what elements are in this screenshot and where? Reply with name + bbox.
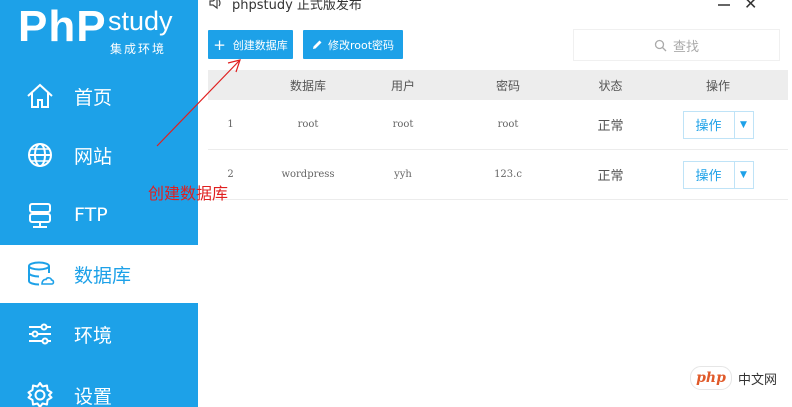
gear-icon bbox=[24, 379, 56, 407]
table-row: 2 wordpress yyh 123.c 正常 操作 ▼ bbox=[208, 150, 788, 200]
title-bar: phpstudy 正式版发布 bbox=[198, 0, 792, 20]
logo-study-text: study bbox=[108, 6, 173, 36]
home-icon bbox=[24, 80, 56, 112]
close-icon[interactable]: ✕ bbox=[744, 0, 757, 13]
sidebar-item-home[interactable]: 首页 bbox=[0, 67, 198, 125]
ftp-server-icon bbox=[24, 199, 56, 231]
search-placeholder: 查找 bbox=[672, 39, 699, 55]
change-root-password-button[interactable]: 修改root密码 bbox=[303, 30, 403, 59]
row-status: 正常 bbox=[597, 119, 624, 134]
watermark: php 中文网 bbox=[690, 366, 777, 390]
annotation-label: 创建数据库 bbox=[148, 184, 229, 203]
action-button[interactable]: 操作 bbox=[684, 161, 735, 188]
row-database: root bbox=[297, 119, 319, 130]
chevron-down-icon[interactable]: ▼ bbox=[735, 162, 753, 188]
row-status: 正常 bbox=[597, 169, 624, 184]
sidebar-item-website[interactable]: 网站 bbox=[0, 126, 198, 184]
sidebar-item-environment[interactable]: 环境 bbox=[0, 305, 198, 363]
logo-php-text: PhP bbox=[18, 2, 107, 51]
row-action-cell: 操作 ▼ bbox=[648, 160, 788, 189]
search-input[interactable]: 查找 bbox=[573, 29, 780, 61]
change-root-password-label: 修改root密码 bbox=[327, 38, 395, 52]
pencil-icon bbox=[312, 39, 323, 50]
sidebar-item-label: 设置 bbox=[74, 385, 113, 407]
database-table: 数据库 用户 密码 状态 操作 1 root root root 正常 操作 ▼… bbox=[208, 70, 788, 200]
sidebar-item-label: 网站 bbox=[74, 145, 113, 168]
row-index: 2 bbox=[227, 169, 234, 180]
plus-icon: + bbox=[213, 35, 226, 54]
header-password: 密码 bbox=[495, 78, 520, 93]
row-password: root bbox=[497, 119, 519, 130]
row-user: yyh bbox=[394, 169, 412, 180]
row-database: wordpress bbox=[281, 169, 335, 180]
header-database: 数据库 bbox=[289, 78, 326, 93]
header-status: 状态 bbox=[598, 78, 623, 93]
sidebar-item-database[interactable]: 数据库 bbox=[0, 245, 198, 303]
action-button-group: 操作 ▼ bbox=[682, 110, 754, 139]
watermark-text: 中文网 bbox=[738, 372, 778, 388]
sidebar-item-settings[interactable]: 设置 bbox=[0, 366, 198, 407]
sliders-icon bbox=[24, 318, 56, 350]
table-header: 数据库 用户 密码 状态 操作 bbox=[208, 70, 788, 100]
sidebar-item-label: 数据库 bbox=[74, 264, 132, 287]
row-index: 1 bbox=[227, 119, 234, 130]
create-database-button[interactable]: + 创建数据库 bbox=[208, 30, 293, 59]
minimize-icon[interactable] bbox=[718, 0, 730, 8]
sidebar-item-label: 环境 bbox=[74, 324, 113, 347]
row-user: root bbox=[392, 119, 414, 130]
header-user: 用户 bbox=[390, 78, 415, 93]
window-title: phpstudy 正式版发布 bbox=[232, 0, 362, 13]
globe-icon bbox=[24, 139, 56, 171]
header-action: 操作 bbox=[705, 78, 730, 93]
chevron-down-icon[interactable]: ▼ bbox=[735, 112, 753, 138]
database-icon bbox=[24, 258, 56, 290]
create-database-label: 创建数据库 bbox=[232, 38, 288, 52]
sidebar-item-label: 首页 bbox=[74, 86, 113, 109]
row-password: 123.c bbox=[494, 169, 522, 180]
search-icon bbox=[654, 39, 667, 52]
table-row: 1 root root root 正常 操作 ▼ bbox=[208, 100, 788, 150]
action-button[interactable]: 操作 bbox=[684, 111, 735, 138]
row-action-cell: 操作 ▼ bbox=[648, 110, 788, 139]
action-button-group: 操作 ▼ bbox=[682, 160, 754, 189]
logo-subtitle: 集成环境 bbox=[110, 42, 167, 56]
watermark-logo: php bbox=[690, 366, 732, 390]
sidebar-item-label: FTP bbox=[74, 204, 108, 226]
speaker-icon bbox=[208, 0, 224, 15]
